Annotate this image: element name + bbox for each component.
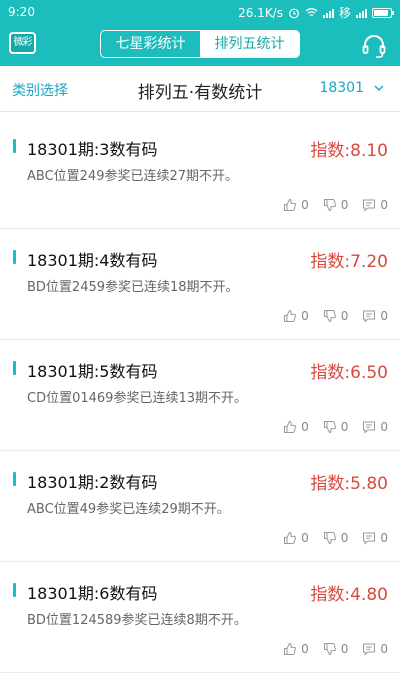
stats-tab-switcher: 七星彩统计 排列五统计 — [100, 30, 300, 58]
comment-count: 0 — [380, 198, 388, 212]
thumbs-up-icon — [284, 642, 297, 655]
carrier-label: 移 — [338, 6, 351, 20]
battery-icon — [372, 7, 394, 18]
like-button[interactable]: 0 — [283, 198, 309, 212]
list-item[interactable]: 18301期:4数有码 指数:7.20 BD位置2459参奖已连续18期不开。 … — [0, 229, 400, 340]
thumbs-down-icon — [323, 643, 336, 656]
accent-bar — [13, 361, 16, 375]
stats-list: 18301期:3数有码 指数:8.10 ABC位置249参奖已连续27期不开。 … — [0, 118, 400, 673]
item-actions: 0 0 0 — [283, 642, 388, 656]
list-item[interactable]: 18301期:2数有码 指数:5.80 ABC位置49参奖已连续29期不开。 0… — [0, 451, 400, 562]
item-description: ABC位置49参奖已连续29期不开。 — [27, 502, 230, 517]
item-title: 18301期:2数有码 — [27, 473, 158, 492]
wifi-icon — [305, 8, 318, 17]
item-index: 指数:4.80 — [310, 585, 388, 605]
signal-icon-2 — [356, 8, 367, 18]
dislike-count: 0 — [340, 642, 349, 656]
tab-pailiewu[interactable]: 排列五统计 — [200, 31, 299, 57]
item-index: 指数:5.80 — [310, 474, 388, 494]
dislike-button[interactable]: 0 — [323, 531, 349, 545]
accent-bar — [13, 250, 16, 264]
app-logo[interactable]: 微彩 — [9, 32, 36, 54]
item-index: 指数:6.50 — [310, 363, 388, 383]
accent-bar — [13, 139, 16, 153]
comment-button[interactable]: 0 — [362, 420, 388, 434]
dislike-count: 0 — [340, 309, 349, 323]
like-count: 0 — [301, 198, 309, 212]
item-actions: 0 0 0 — [283, 198, 388, 212]
item-actions: 0 0 0 — [283, 531, 388, 545]
comment-count: 0 — [380, 531, 388, 545]
network-speed: 26.1K/s — [238, 5, 283, 20]
app-header: 微彩 七星彩统计 排列五统计 — [0, 24, 400, 66]
thumbs-down-icon — [323, 421, 336, 434]
comment-button[interactable]: 0 — [362, 642, 388, 656]
thumbs-down-icon — [323, 532, 336, 545]
dislike-count: 0 — [340, 198, 349, 212]
dislike-button[interactable]: 0 — [323, 642, 349, 656]
item-title: 18301期:5数有码 — [27, 362, 158, 381]
comment-button[interactable]: 0 — [362, 531, 388, 545]
item-title: 18301期:3数有码 — [27, 140, 158, 159]
accent-bar — [13, 472, 16, 486]
status-bar: 9:20 26.1K/s 移 — [0, 0, 400, 24]
item-description: BD位置2459参奖已连续18期不开。 — [27, 280, 239, 295]
thumbs-down-icon — [323, 310, 336, 323]
like-button[interactable]: 0 — [283, 642, 309, 656]
like-count: 0 — [301, 420, 309, 434]
item-description: BD位置124589参奖已连续8期不开。 — [27, 613, 247, 628]
dislike-button[interactable]: 0 — [323, 309, 349, 323]
thumbs-up-icon — [284, 420, 297, 433]
category-select-link[interactable]: 类别选择 — [12, 80, 68, 100]
comment-count: 0 — [380, 309, 388, 323]
item-description: CD位置01469参奖已连续13期不开。 — [27, 391, 247, 406]
thumbs-up-icon — [284, 198, 297, 211]
list-item[interactable]: 18301期:3数有码 指数:8.10 ABC位置249参奖已连续27期不开。 … — [0, 118, 400, 229]
issue-number: 18301 — [319, 80, 364, 96]
chevron-down-icon — [374, 85, 384, 91]
list-item[interactable]: 18301期:5数有码 指数:6.50 CD位置01469参奖已连续13期不开。… — [0, 340, 400, 451]
comment-count: 0 — [380, 642, 388, 656]
list-item[interactable]: 18301期:6数有码 指数:4.80 BD位置124589参奖已连续8期不开。… — [0, 562, 400, 673]
comment-icon — [363, 199, 376, 212]
item-actions: 0 0 0 — [283, 420, 388, 434]
dislike-count: 0 — [340, 531, 349, 545]
status-indicators: 26.1K/s 移 — [238, 4, 394, 21]
item-description: ABC位置249参奖已连续27期不开。 — [27, 169, 239, 184]
comment-icon — [363, 310, 376, 323]
dislike-button[interactable]: 0 — [323, 198, 349, 212]
comment-button[interactable]: 0 — [362, 198, 388, 212]
item-index: 指数:8.10 — [310, 141, 388, 161]
like-count: 0 — [301, 531, 309, 545]
dislike-button[interactable]: 0 — [323, 420, 349, 434]
filter-bar: 类别选择 排列五·有数统计 18301 — [0, 66, 400, 112]
like-button[interactable]: 0 — [283, 531, 309, 545]
comment-icon — [363, 532, 376, 545]
thumbs-up-icon — [284, 309, 297, 322]
like-button[interactable]: 0 — [283, 309, 309, 323]
item-title: 18301期:6数有码 — [27, 584, 158, 603]
thumbs-up-icon — [284, 531, 297, 544]
headset-icon[interactable] — [360, 31, 388, 59]
alarm-icon — [289, 8, 299, 18]
comment-icon — [363, 643, 376, 656]
status-time: 9:20 — [8, 5, 35, 19]
issue-selector[interactable]: 18301 — [319, 80, 384, 96]
comment-count: 0 — [380, 420, 388, 434]
comment-button[interactable]: 0 — [362, 309, 388, 323]
signal-icon — [322, 8, 334, 18]
thumbs-down-icon — [323, 199, 336, 212]
like-button[interactable]: 0 — [283, 420, 309, 434]
comment-icon — [363, 421, 376, 434]
accent-bar — [13, 583, 16, 597]
like-count: 0 — [301, 642, 309, 656]
like-count: 0 — [301, 309, 309, 323]
item-actions: 0 0 0 — [283, 309, 388, 323]
item-title: 18301期:4数有码 — [27, 251, 158, 270]
item-index: 指数:7.20 — [310, 252, 388, 272]
dislike-count: 0 — [340, 420, 349, 434]
tab-qixingcai[interactable]: 七星彩统计 — [101, 31, 200, 57]
